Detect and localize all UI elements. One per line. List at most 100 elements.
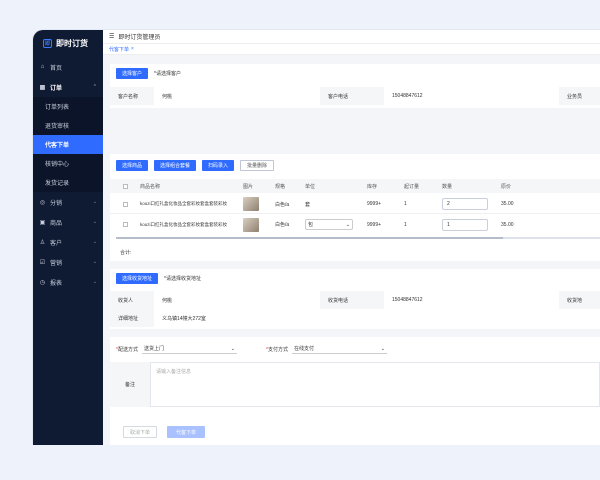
- delivery-method-value: 送货上门: [143, 346, 164, 352]
- sidebar-item-customers[interactable]: ♙ 客户 ⌄: [33, 232, 103, 252]
- chevron-down-icon: ⌄: [230, 345, 235, 352]
- app-logo[interactable]: 即 即时订货: [33, 30, 103, 57]
- col-spec: 规格: [275, 183, 286, 190]
- sidebar-item-label: 商品: [50, 220, 63, 227]
- product-thumbnail: [243, 197, 259, 211]
- sidebar-subitem-place-order[interactable]: 代客下单: [33, 135, 103, 154]
- payment-method-value: 在线支付: [293, 346, 314, 352]
- scan-entry-button[interactable]: 扫码录入: [202, 160, 235, 171]
- receiver-value: 何桃: [162, 297, 173, 304]
- chevron-down-icon: ⌄: [92, 259, 97, 265]
- customer-name-label: 客户名称: [110, 87, 154, 105]
- sidebar-item-home[interactable]: ⌂ 首页: [33, 57, 103, 77]
- select-address-button[interactable]: 选择收货地址: [116, 273, 159, 284]
- receiver-label: 收货人: [110, 291, 154, 309]
- chevron-down-icon: ⌄: [92, 239, 97, 245]
- col-name: 商品名称: [140, 183, 161, 190]
- action-bar: 取消下单 代客下单: [123, 426, 206, 438]
- col-price: 原价: [501, 183, 512, 190]
- product-min-qty: 1: [404, 221, 407, 228]
- detail-address-row: 详细地址 义乌镇14幢大272室: [110, 309, 600, 327]
- product-price: 35.00: [501, 221, 514, 228]
- sidebar-item-label: 营销: [50, 260, 63, 267]
- col-stock: 库存: [367, 183, 378, 190]
- sidebar-subitem-shipping[interactable]: 发货记录: [33, 173, 103, 192]
- sidebar-item-label: 订单: [50, 85, 63, 92]
- sidebar-subitem-order-list[interactable]: 订单列表: [33, 97, 103, 116]
- unit-select-value: 包: [308, 222, 314, 228]
- marketing-icon: ☑: [39, 259, 46, 266]
- col-min: 起订量: [404, 183, 420, 190]
- product-spec: 白色/a: [275, 201, 290, 208]
- distribution-icon: ◎: [39, 199, 46, 206]
- payment-method-select[interactable]: 在线支付 ⌄: [291, 344, 387, 354]
- address-card: 选择收货地址 *请选择收货地址 收货人 何桃 收货电话 15048847612 …: [110, 269, 600, 329]
- chevron-up-icon: ⌃: [92, 84, 97, 90]
- customer-card: 选择客户 *请选择客户 客户名称 何桃 客户电话 15048847612 业务员: [110, 64, 600, 108]
- row-checkbox[interactable]: [123, 222, 128, 227]
- delivery-method-select[interactable]: 送货上门 ⌄: [141, 344, 237, 354]
- close-icon[interactable]: ×: [131, 46, 134, 52]
- customer-info-row: 客户名称 何桃 客户电话 15048847612 业务员: [110, 87, 600, 105]
- orders-icon: ▦: [39, 84, 46, 91]
- unit-select[interactable]: 包 ⌄: [305, 219, 353, 230]
- tab-bar: 代客下单 ×: [103, 44, 600, 55]
- sidebar-item-orders[interactable]: ▦ 订单 ⌃: [33, 77, 103, 97]
- row-checkbox[interactable]: [123, 201, 128, 207]
- product-unit: 套: [305, 201, 311, 208]
- customer-name-value: 何桃: [162, 93, 173, 100]
- products-icon: ▣: [39, 219, 46, 226]
- batch-delete-button[interactable]: 批量删除: [240, 160, 275, 171]
- sidebar-item-reports[interactable]: ◷ 报表 ⌄: [33, 272, 103, 292]
- payment-method-field: *支付方式 在线支付 ⌄: [266, 344, 387, 354]
- quantity-input[interactable]: 2: [442, 198, 488, 210]
- select-all-checkbox[interactable]: [123, 183, 128, 189]
- address-hint: *请选择收货地址: [164, 276, 201, 282]
- product-name[interactable]: kouzi口红礼盒化妆品全套彩妆套盒套装彩妆: [140, 201, 243, 207]
- horizontal-scrollbar[interactable]: [116, 237, 600, 239]
- receiver-phone-label: 收货电话: [320, 291, 384, 309]
- sidebar-subitem-verification[interactable]: 核销中心: [33, 154, 103, 173]
- select-product-button[interactable]: 选择商品: [116, 160, 149, 171]
- sidebar-item-label: 首页: [50, 65, 63, 72]
- remark-textarea[interactable]: 请输入备注信息: [150, 362, 600, 407]
- customers-icon: ♙: [39, 239, 46, 246]
- product-min-qty: 1: [404, 201, 407, 207]
- menu-icon[interactable]: ☰: [109, 33, 114, 40]
- customer-phone-label: 客户电话: [320, 87, 384, 105]
- sidebar-item-distribution[interactable]: ◎ 分销 ⌄: [33, 192, 103, 212]
- tab-place-order[interactable]: 代客下单: [109, 46, 129, 53]
- main-content: 选择客户 *请选择客户 客户名称 何桃 客户电话 15048847612 业务员…: [103, 55, 600, 445]
- sidebar-item-label: 报表: [50, 280, 63, 287]
- customer-phone-value: 15048847612: [392, 93, 423, 99]
- sidebar: 即 即时订货 ⌂ 首页 ▦ 订单 ⌃ 订单列表 退货审核 代客下单 核销中心 发…: [33, 30, 103, 445]
- sidebar-subitem-return-review[interactable]: 退货审核: [33, 116, 103, 135]
- delivery-method-field: *配送方式 送货上门 ⌄: [116, 344, 237, 354]
- sidebar-item-products[interactable]: ▣ 商品 ⌄: [33, 212, 103, 232]
- page-title: 即时订货管理员: [118, 35, 161, 41]
- select-bundle-button[interactable]: 选择组合套餐: [154, 160, 197, 171]
- submit-order-button[interactable]: 代客下单: [167, 426, 206, 438]
- chevron-down-icon: ⌄: [92, 279, 97, 285]
- product-stock: 9999+: [367, 221, 382, 228]
- col-image: 图片: [243, 183, 254, 190]
- select-customer-button[interactable]: 选择客户: [116, 68, 149, 79]
- page-background: [0, 445, 600, 480]
- reports-icon: ◷: [39, 279, 46, 286]
- col-unit: 单位: [305, 183, 316, 190]
- product-stock: 9999+: [367, 201, 382, 207]
- quantity-input[interactable]: 1: [442, 218, 488, 231]
- detail-address-label: 详细地址: [110, 309, 154, 327]
- total-label: 合计:: [120, 250, 132, 256]
- table-row: kouzi口红礼盒化妆品全套彩妆套盒套装彩妆 白色/a 包 ⌄ 9999+ 1 1…: [110, 215, 600, 234]
- remark-label: 备注: [110, 362, 150, 407]
- cancel-order-button[interactable]: 取消下单: [123, 426, 158, 438]
- col-qty: 数量: [442, 183, 453, 190]
- product-name[interactable]: kouzi口红礼盒化妆品全套彩妆套盒套装彩妆: [140, 222, 243, 228]
- chevron-down-icon: ⌄: [92, 219, 97, 225]
- app-window: 即 即时订货 ⌂ 首页 ▦ 订单 ⌃ 订单列表 退货审核 代客下单 核销中心 发…: [33, 30, 600, 445]
- receiver-row: 收货人 何桃 收货电话 15048847612 收货地: [110, 291, 600, 309]
- chevron-down-icon: ⌄: [345, 221, 350, 228]
- sidebar-item-label: 分销: [50, 200, 63, 207]
- sidebar-item-marketing[interactable]: ☑ 营销 ⌄: [33, 252, 103, 272]
